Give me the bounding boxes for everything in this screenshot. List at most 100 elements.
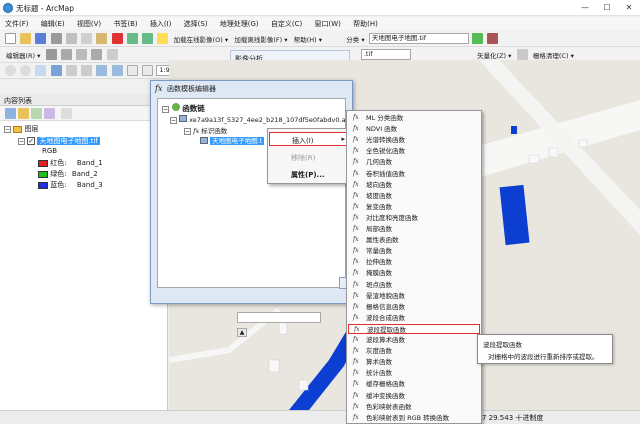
tif-combo[interactable]: .tif [360,49,411,60]
function-menu-item[interactable]: fx 色彩映射表到 RGB 转换函数 [348,413,480,423]
open-folder-icon[interactable] [20,33,32,44]
layer-row[interactable]: − ✓ 天地图电子地图.tif [18,136,100,146]
tree-identity-node[interactable]: − fx 标识函数 [184,125,227,135]
layer-combo[interactable]: 天地图电子地图.tif [368,33,469,44]
menu-windows[interactable]: 窗口(W) [309,17,345,29]
function-menu-item[interactable]: fx ML 分类函数 [348,113,480,123]
collapse-icon[interactable]: − [184,128,191,135]
edit-tool-icon[interactable] [45,49,57,60]
forward-icon[interactable] [111,65,123,76]
function-menu-item[interactable]: fx NDVI 函数 [348,124,480,134]
menu-edit[interactable]: 编辑(E) [36,17,70,29]
zoom-in-icon[interactable] [5,65,16,76]
menu-customize[interactable]: 自定义(C) [266,17,307,29]
collapse-icon[interactable]: − [162,106,169,113]
function-menu-item[interactable]: fx 色彩映射表函数 [348,402,480,412]
function-menu-item[interactable]: fx 晕渲地貌函数 [348,291,480,301]
menu-geoprocessing[interactable]: 地理处理(G) [215,17,264,29]
cut-icon[interactable] [65,33,77,44]
back-icon[interactable] [96,65,108,76]
fixed-zoom-in-icon[interactable] [65,65,77,76]
raster-cleanup-menu[interactable]: 栅格清理(C) ▾ [531,50,576,60]
function-menu-item[interactable]: fx 复变函数 [348,202,480,212]
function-menu-item[interactable]: fx 卷积插值函数 [348,169,480,179]
minimize-button[interactable]: — [574,0,596,16]
rotate-icon[interactable] [91,49,103,60]
remove-menu-item[interactable]: 移除(R) [269,150,350,164]
function-menu-item[interactable]: fx 算术函数 [348,357,480,367]
vectorize-menu[interactable]: 矢量化(Z) ▾ [475,50,513,60]
function-menu-item[interactable]: fx 对比度和亮度函数 [348,213,480,223]
function-menu-item[interactable]: fx 统计函数 [348,368,480,378]
function-menu-item[interactable]: fx 全色锐化函数 [348,146,480,156]
menu-selection[interactable]: 选择(S) [179,17,213,29]
function-menu-item[interactable]: fx 栅格信息函数 [348,302,480,312]
function-menu-item[interactable]: fx 常量函数 [348,246,480,256]
function-menu-item[interactable]: fx 属性表函数 [348,235,480,245]
editor-menu[interactable]: 编辑器(R) ▾ [4,50,42,60]
tree-afr-node[interactable]: − xe7a9a13f_5327_4ee2_b218_107df5e0fabdv… [170,115,351,124]
menu-help[interactable]: 帮助(H) [348,17,383,29]
tree-selected-node[interactable]: 天地图电子地图.t [200,135,265,145]
collapse-icon[interactable]: − [18,137,25,145]
fixed-zoom-out-icon[interactable] [81,65,93,76]
function-menu-item[interactable]: fx 波段提取函数 [348,323,480,335]
list-by-visibility-icon[interactable] [31,108,42,119]
properties-menu-item[interactable]: 属性(P)... [269,167,350,181]
close-button[interactable]: ✕ [618,0,640,16]
function-menu-item[interactable]: fx 拉伸函数 [348,257,480,267]
collapse-icon[interactable]: − [170,117,177,124]
function-menu-item[interactable]: fx 几何函数 [348,157,480,167]
insert-menu-item[interactable]: 插入(I) ▸ [269,132,350,146]
select-icon[interactable] [126,65,138,76]
function-menu-item[interactable]: fx 波段合成函数 [348,313,480,323]
function-menu-item[interactable]: fx 缓存栅格函数 [348,379,480,389]
menu-insert[interactable]: 插入(I) [145,17,177,29]
sketch-icon[interactable] [60,49,72,60]
dropdown-field[interactable] [237,312,321,323]
redo-icon[interactable] [142,33,154,44]
scroll-arrow-icon[interactable]: ▲ [237,328,247,337]
undo-icon[interactable] [126,33,138,44]
save-icon[interactable] [35,33,47,44]
pan-icon[interactable] [35,65,47,76]
list-by-drawing-order-icon[interactable] [5,108,16,119]
full-extent-icon[interactable] [50,65,62,76]
zoom-out-icon[interactable] [20,65,32,76]
options-icon[interactable] [61,108,72,119]
draw-icon[interactable] [472,33,484,44]
menu-bookmarks[interactable]: 书签(B) [108,17,142,29]
help-menu-toolbar[interactable]: 帮助(H) ▾ [292,34,324,44]
function-menu-item[interactable]: fx 波段算术函数 [348,335,480,345]
layer-visibility-checkbox[interactable]: ✓ [27,137,36,145]
attributes-icon[interactable] [106,49,118,60]
function-menu-item[interactable]: fx 局部函数 [348,224,480,234]
load-online-imagery-menu[interactable]: 加载在线影像(O) ▾ [172,34,231,44]
function-menu-item[interactable]: fx 斑点函数 [348,280,480,290]
classification-menu[interactable]: 分类 ▾ [344,34,366,44]
maximize-button[interactable]: ☐ [596,0,618,16]
identify-icon[interactable] [142,65,154,76]
delete-icon[interactable] [111,33,123,44]
pin-icon[interactable] [487,33,499,44]
function-menu-item[interactable]: fx 掩膜函数 [348,268,480,278]
menu-file[interactable]: 文件(F) [0,17,34,29]
function-menu-item[interactable]: fx 缓冲变换函数 [348,391,480,401]
function-menu-item[interactable]: fx 灰度函数 [348,346,480,356]
list-by-source-icon[interactable] [18,108,29,119]
function-menu-item[interactable]: fx 坡向函数 [348,180,480,190]
print-icon[interactable] [50,33,62,44]
copy-icon[interactable] [81,33,93,44]
menu-view[interactable]: 视图(V) [72,17,106,29]
new-document-icon[interactable] [5,33,16,44]
function-menu-item[interactable]: fx 光谱转换函数 [348,135,480,145]
add-data-icon[interactable] [157,33,169,44]
split-icon[interactable] [76,49,88,60]
function-menu-item[interactable]: fx 坡度函数 [348,191,480,201]
collapse-icon[interactable]: − [4,125,11,133]
load-offline-imagery-menu[interactable]: 加载离线影像(F) ▾ [232,34,289,44]
vector-tool-icon[interactable] [516,49,528,60]
layer-name[interactable]: 天地图电子地图.tif [37,137,100,145]
tree-root[interactable]: − 函数链 [162,103,205,114]
list-by-selection-icon[interactable] [44,108,55,119]
